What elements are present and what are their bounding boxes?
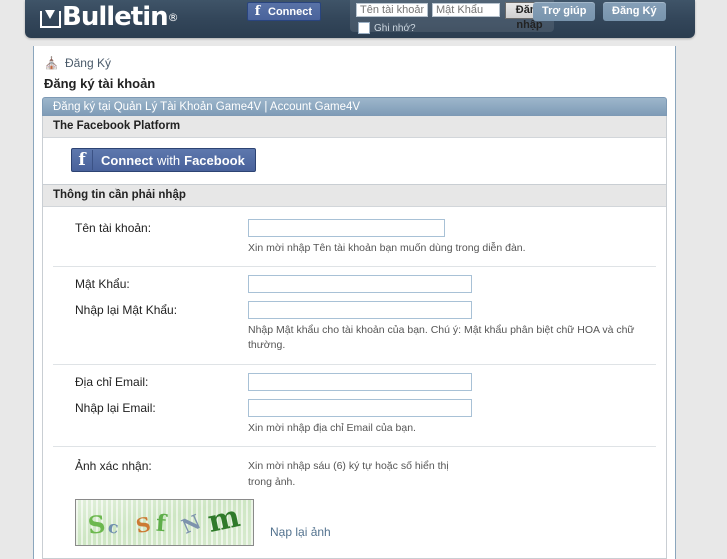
field-row-captcha: Ảnh xác nhận: Xin mời nhập sáu (6) ký tự… (53, 447, 656, 491)
field-row-email: Địa chỉ Email: (53, 365, 656, 391)
email-input[interactable] (248, 372, 472, 391)
field-row-confirm-password: Nhập lại Mật Khẩu: Nhập Mật khẩu cho tài… (53, 293, 656, 353)
email-hint: Xin mời nhập địa chỉ Email của bạn. (248, 421, 416, 434)
confirm-email-input[interactable] (248, 398, 472, 417)
username-label: Tên tài khoản: (75, 221, 152, 235)
site-header: Bulletin® f Connect Đăng nhập Ghi nhớ? T… (0, 0, 727, 40)
facebook-panel: The Facebook Platform f Connect with Fac… (42, 116, 667, 185)
login-password-input[interactable] (432, 3, 500, 17)
content-container: ⛪ Đăng Ký Đăng ký tài khoản Đăng ký tại … (33, 46, 676, 559)
facebook-f-icon: f (254, 4, 261, 19)
username-input[interactable] (248, 219, 445, 237)
captcha-reload-link[interactable]: Nạp lại ảnh (254, 499, 331, 539)
remember-me-checkbox[interactable] (358, 22, 370, 34)
captcha-hint: Xin mời nhập sáu (6) ký tự hoặc số hiển … (248, 459, 449, 488)
confirm-email-label: Nhập lại Email: (75, 400, 156, 415)
required-info-panel: Thông tin cần phải nhập Tên tài khoản: X… (42, 185, 667, 559)
captcha-char-5: N (177, 509, 205, 540)
username-hint: Xin mời nhập Tên tài khoản bạn muốn dùng… (248, 242, 526, 254)
required-info-heading: Thông tin cần phải nhập (43, 185, 666, 207)
captcha-char-4: f (155, 510, 167, 538)
facebook-section-body: f Connect with Facebook (43, 138, 666, 184)
page-title: Đăng ký tài khoản (44, 76, 156, 91)
confirm-password-label: Nhập lại Mật Khẩu: (75, 303, 178, 318)
panel-title-bar: Đăng ký tại Quản Lý Tài Khoản Game4V | A… (42, 97, 667, 116)
field-row-password: Mật Khẩu: (53, 267, 656, 294)
confirm-password-input[interactable] (248, 301, 472, 320)
header-bar: Bulletin® f Connect Đăng nhập Ghi nhớ? T… (25, 0, 695, 38)
captcha-char-6: m (204, 499, 244, 541)
facebook-button-connect-label: Connect (101, 152, 153, 168)
vbulletin-logo: Bulletin ® (40, 0, 179, 34)
facebook-f-icon: f (72, 150, 93, 170)
password-input[interactable] (248, 275, 472, 294)
breadcrumb: ⛪ Đăng Ký (34, 46, 675, 74)
nav-help-button[interactable]: Trợ giúp (533, 2, 596, 21)
facebook-button-with-label: with (157, 152, 181, 168)
home-icon[interactable]: ⛪ (44, 56, 59, 70)
field-row-confirm-email: Nhập lại Email: Xin mời nhập địa chỉ Ema… (53, 391, 656, 436)
facebook-connect-header-label: Connect (268, 5, 312, 18)
breadcrumb-current[interactable]: Đăng Ký (65, 56, 111, 70)
login-username-input[interactable] (356, 3, 428, 17)
email-label: Địa chỉ Email: (75, 374, 149, 389)
captcha-char-2: c (106, 517, 120, 539)
captcha-char-1: S (86, 509, 107, 541)
login-panel: Đăng nhập Ghi nhớ? (350, 0, 554, 34)
vbulletin-logo-mark (40, 9, 61, 28)
captcha-image-wrapper: S c S f N m (53, 499, 254, 547)
password-hint: Nhập Mật khẩu cho tài khoản của bạn. Chú… (248, 324, 635, 352)
nav-register-button[interactable]: Đăng Ký (603, 2, 666, 21)
captcha-image: S c S f N m (75, 499, 254, 547)
facebook-section-heading: The Facebook Platform (43, 116, 666, 138)
vbulletin-logo-text: Bulletin (62, 2, 169, 32)
captcha-image-row: S c S f N m Nạp lại ảnh (53, 490, 656, 547)
registered-trademark-icon: ® (167, 10, 179, 24)
captcha-char-3: S (134, 512, 153, 539)
captcha-label: Ảnh xác nhận: (75, 458, 152, 473)
field-row-username: Tên tài khoản: Xin mời nhập Tên tài khoả… (53, 211, 656, 256)
facebook-connect-header-button[interactable]: f Connect (247, 2, 321, 21)
password-label: Mật Khẩu: (75, 277, 130, 292)
connect-with-facebook-button[interactable]: f Connect with Facebook (71, 148, 256, 172)
facebook-button-facebook-label: Facebook (184, 152, 245, 168)
remember-me-row[interactable]: Ghi nhớ? (358, 22, 416, 34)
required-info-body: Tên tài khoản: Xin mời nhập Tên tài khoả… (43, 207, 666, 559)
remember-me-label: Ghi nhớ? (374, 22, 416, 34)
